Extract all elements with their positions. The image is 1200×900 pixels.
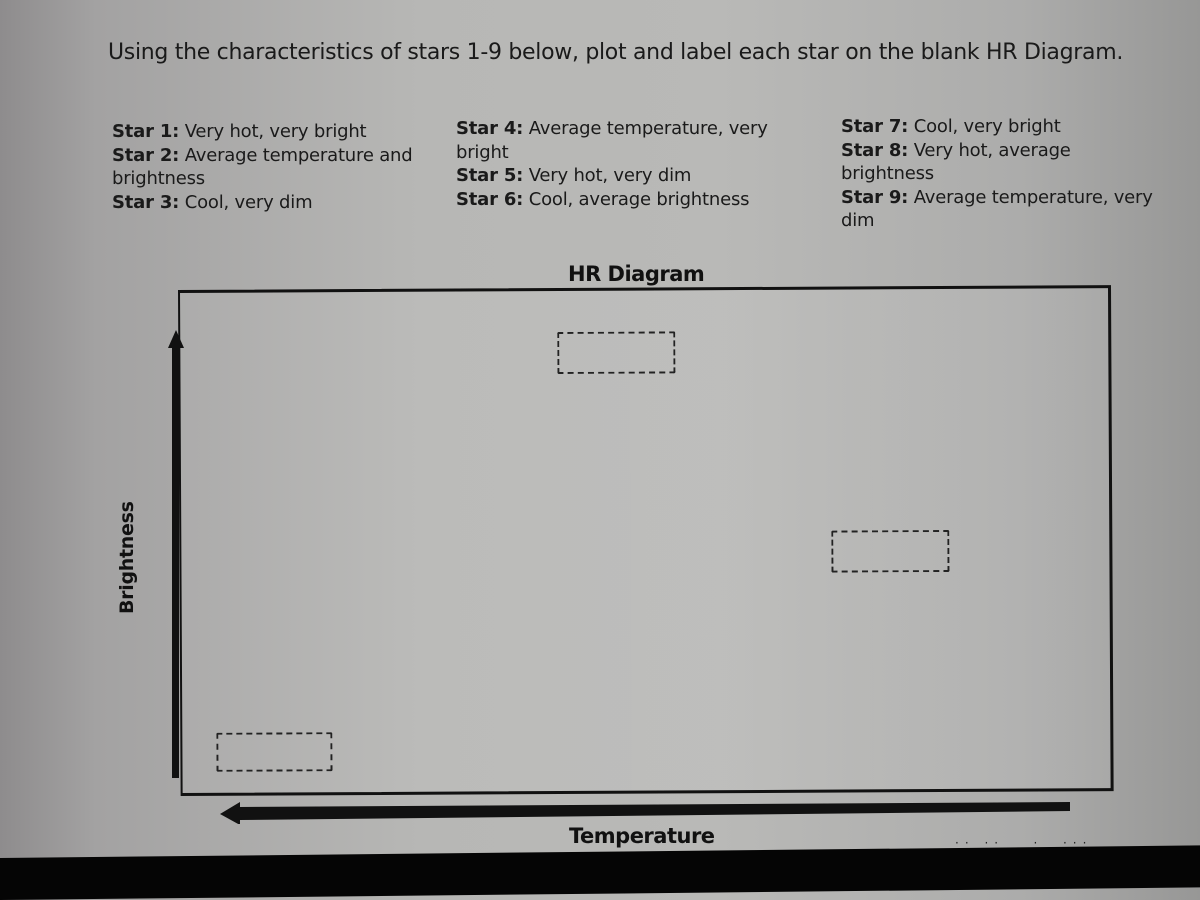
star-list-column-1: Star 1: Very hot, very bright Star 2: Av…: [112, 120, 442, 214]
star-label: Star 3:: [112, 191, 180, 213]
star-item: Star 3: Cool, very dim: [112, 191, 442, 215]
star-item: Star 5: Very hot, very dim: [456, 164, 816, 188]
star-label: Star 9:: [841, 186, 909, 208]
star-label: Star 2:: [112, 144, 180, 166]
star-item: Star 2: Average temperature and brightne…: [112, 144, 442, 191]
photo-dark-edge: [0, 845, 1200, 900]
label-box-right[interactable]: [831, 529, 950, 573]
star-item: Star 4: Average temperature, very bright: [456, 117, 816, 164]
star-description: Very hot, very dim: [523, 165, 692, 186]
star-label: Star 1:: [112, 121, 180, 142]
star-description: Very hot, very bright: [179, 121, 367, 142]
label-box-top[interactable]: [557, 331, 676, 375]
star-description: Cool, average brightness: [523, 188, 750, 210]
star-list-column-2: Star 4: Average temperature, very bright…: [456, 117, 816, 211]
star-label: Star 8:: [841, 139, 909, 161]
star-label: Star 5:: [456, 165, 524, 186]
star-item: Star 7: Cool, very bright: [841, 115, 1161, 139]
star-description: Cool, very dim: [179, 191, 313, 213]
label-box-bottom-left[interactable]: [216, 732, 333, 772]
star-label: Star 4:: [456, 118, 524, 139]
star-item: Star 8: Very hot, average brightness: [841, 139, 1161, 186]
temperature-axis-arrow-icon: [220, 802, 1070, 824]
star-label: Star 6:: [456, 188, 524, 210]
y-axis-label: Brightness: [116, 501, 138, 614]
star-item: Star 9: Average temperature, very dim: [841, 186, 1161, 233]
star-description: Cool, very bright: [908, 116, 1061, 137]
page-edge-marks: ·· ·· · ···: [955, 836, 1093, 850]
star-list-column-3: Star 7: Cool, very bright Star 8: Very h…: [841, 115, 1161, 233]
x-axis-label: Temperature: [569, 824, 715, 848]
diagram-title: HR Diagram: [568, 262, 705, 286]
brightness-axis-arrow-icon: [168, 330, 184, 778]
hr-diagram-plot-area[interactable]: [178, 285, 1114, 796]
star-label: Star 7:: [841, 116, 909, 137]
star-item: Star 1: Very hot, very bright: [112, 120, 442, 144]
star-item: Star 6: Cool, average brightness: [456, 188, 816, 212]
instructions-text: Using the characteristics of stars 1-9 b…: [108, 40, 1124, 65]
